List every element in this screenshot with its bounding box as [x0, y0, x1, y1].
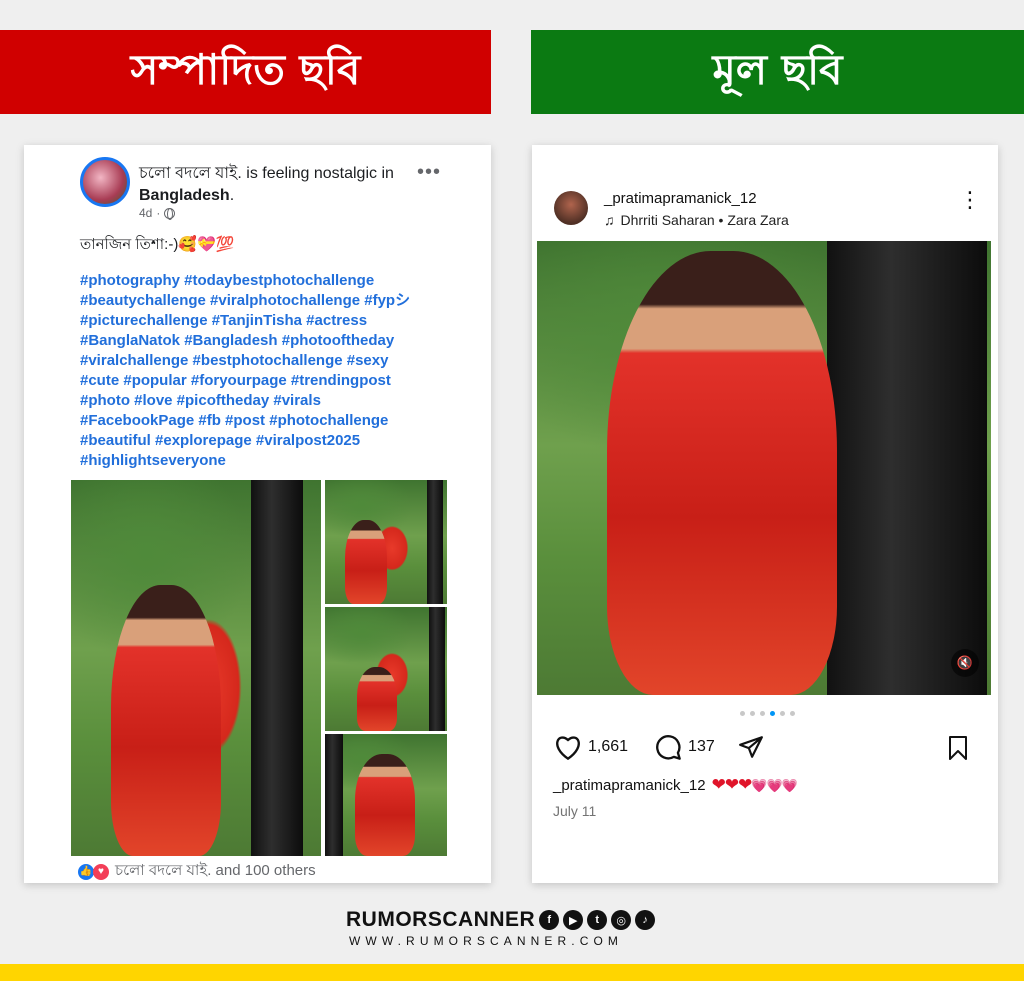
carousel-dots [740, 711, 795, 716]
post-photo-thumb[interactable] [325, 480, 447, 604]
original-photo-banner: মূল ছবি [531, 30, 1024, 114]
love-icon: ♥ [93, 863, 109, 880]
hashtag-line[interactable]: #FacebookPage #fb #post #photochallenge [80, 411, 480, 431]
lamp-post [427, 480, 443, 604]
likes-count: 1,661 [588, 738, 629, 755]
lamp-post [325, 734, 343, 856]
location-suffix: . [229, 187, 235, 204]
more-options-icon[interactable]: ⋮ [959, 189, 981, 211]
post-caption: তানজিন তিশা:-)🥰💝💯 [80, 236, 235, 253]
hashtag-line[interactable]: #picturechallenge #TanjinTisha #actress [80, 311, 480, 331]
lamp-post [429, 607, 445, 731]
youtube-icon[interactable]: ▶ [563, 910, 584, 930]
instagram-post-card: _pratimapramanick_12 ♫ Dhrriti Saharan •… [532, 145, 998, 883]
post-date: July 11 [553, 803, 597, 819]
like-icon: 👍 [78, 863, 94, 880]
hashtag-line[interactable]: #beautiful #explorepage #viralpost2025 [80, 431, 480, 451]
hashtag-line[interactable]: #viralchallenge #bestphotochallenge #sex… [80, 351, 480, 371]
woman-figure [357, 667, 397, 731]
edited-photo-banner: সম্পাদিত ছবি [0, 30, 491, 114]
website-url[interactable]: WWW.RUMORSCANNER.COM [349, 934, 623, 948]
user-avatar[interactable] [554, 191, 588, 225]
more-options-icon[interactable]: ••• [417, 161, 441, 184]
hashtag-line[interactable]: #highlightseveryone [80, 451, 480, 471]
post-photo-thumb[interactable] [325, 607, 447, 731]
reactions-text: চলো বদলে যাই. and 100 others [115, 862, 316, 879]
action-bar: 1,661 137 [554, 733, 765, 761]
woman-figure [111, 585, 221, 856]
lamp-post [251, 480, 303, 856]
mute-icon[interactable]: 🔇 [951, 649, 979, 677]
author-name[interactable]: চলো বদলে যাই. [139, 165, 242, 182]
post-header: চলো বদলে যাই. is feeling nostalgic in Ba… [139, 163, 419, 207]
hashtag-line[interactable]: #cute #popular #foryourpage #trendingpos… [80, 371, 480, 391]
footer-bar [0, 964, 1024, 981]
activity-text: is feeling nostalgic in [241, 165, 394, 182]
comment-icon[interactable] [654, 733, 682, 761]
hashtag-line[interactable]: #photography #todaybestphotochallenge [80, 271, 480, 291]
music-text: Dhrriti Saharan • Zara Zara [620, 212, 789, 228]
instagram-icon[interactable]: ◎ [611, 910, 632, 930]
heart-icon[interactable] [554, 734, 582, 760]
hashtag-line[interactable]: #beautychallenge #viralphotochallenge #f… [80, 291, 480, 311]
hashtag-line[interactable]: #BanglaNatok #Bangladesh #photooftheday [80, 331, 480, 351]
brand-name: RUMORSCANNER [346, 908, 536, 931]
post-caption: _pratimapramanick_12 ❤❤❤💗💗💗 [553, 775, 798, 795]
hearts-emoji: ❤❤❤💗💗💗 [711, 775, 798, 794]
music-note-icon: ♫ [604, 212, 615, 228]
author-avatar[interactable] [80, 157, 130, 207]
woman-figure [607, 251, 837, 695]
username[interactable]: _pratimapramanick_12 [604, 190, 757, 207]
facebook-icon[interactable]: f [539, 910, 560, 930]
post-photo-main[interactable] [71, 480, 321, 856]
post-meta: 4d · [139, 206, 176, 220]
share-icon[interactable] [737, 734, 765, 760]
woman-figure [345, 520, 387, 604]
lamp-post [827, 241, 987, 695]
post-time[interactable]: 4d [139, 206, 152, 220]
caption-username[interactable]: _pratimapramanick_12 [553, 777, 706, 794]
woman-figure [355, 754, 415, 856]
post-photo-thumb[interactable] [325, 734, 447, 856]
twitter-icon[interactable]: t [587, 910, 608, 930]
hashtag-line[interactable]: #photo #love #picoftheday #virals [80, 391, 480, 411]
music-info[interactable]: ♫ Dhrriti Saharan • Zara Zara [604, 212, 789, 228]
post-photo[interactable]: 🔇 [537, 241, 991, 695]
tiktok-icon[interactable]: ♪ [635, 910, 656, 930]
bookmark-icon[interactable] [946, 735, 970, 761]
hashtags: #photography #todaybestphotochallenge #b… [80, 271, 480, 471]
facebook-post-card: চলো বদলে যাই. is feeling nostalgic in Ba… [24, 145, 491, 883]
brand-row: RUMORSCANNER f ▶ t ◎ ♪ [346, 908, 656, 932]
reactions-summary[interactable]: 👍 ♥ চলো বদলে যাই. and 100 others [78, 859, 316, 884]
location-link[interactable]: Bangladesh [139, 187, 230, 204]
globe-icon [164, 207, 176, 220]
comments-count: 137 [688, 738, 715, 755]
